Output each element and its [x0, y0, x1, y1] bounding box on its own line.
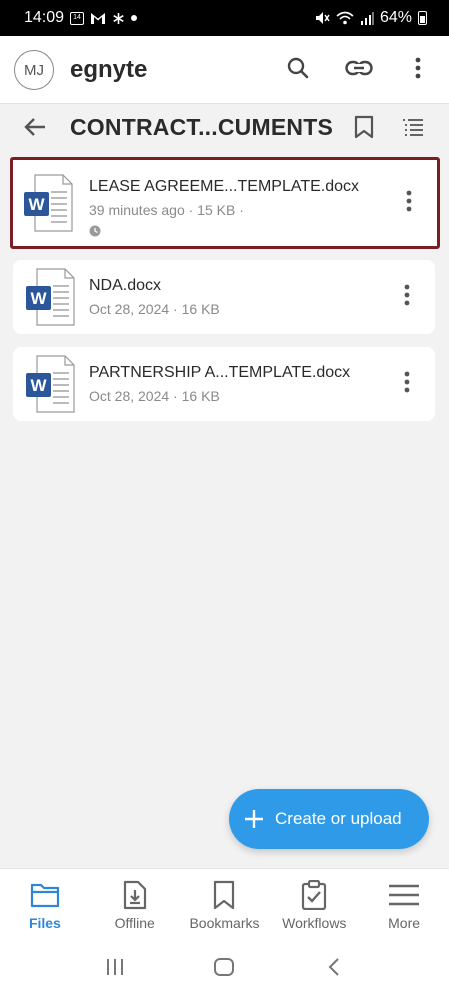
file-row-nda[interactable]: W NDA.docx Oct 28, 2024 · 16 KB	[13, 260, 435, 334]
bottom-nav: Files Offline Bookmarks Workflows More	[0, 868, 449, 940]
create-or-upload-label: Create or upload	[275, 809, 402, 828]
nav-label: Workflows	[282, 915, 347, 931]
file-more-button[interactable]	[397, 282, 417, 312]
avatar[interactable]: MJ	[14, 50, 54, 90]
system-nav-bar	[0, 940, 449, 999]
more-vert-icon	[415, 57, 421, 84]
create-or-upload-button[interactable]: Create or upload	[229, 789, 429, 849]
search-button[interactable]	[280, 52, 316, 88]
bookmark-icon	[354, 115, 374, 144]
back-button[interactable]	[18, 112, 52, 146]
signal-icon	[360, 11, 374, 25]
mute-icon	[315, 11, 330, 25]
folder-title: CONTRACT...CUMENTS	[70, 114, 333, 140]
word-doc-icon: W	[25, 268, 75, 326]
file-name: NDA.docx	[89, 277, 162, 294]
file-more-button[interactable]	[397, 369, 417, 399]
nav-workflows[interactable]: Workflows	[269, 869, 359, 940]
nav-bookmarks[interactable]: Bookmarks	[180, 869, 270, 940]
word-doc-icon: W	[23, 174, 73, 232]
nav-offline[interactable]: Offline	[90, 869, 180, 940]
battery-icon	[418, 11, 427, 25]
sort-list-icon	[402, 118, 424, 141]
hamburger-icon	[388, 879, 420, 911]
offline-file-icon	[119, 879, 151, 911]
app-brand: egnyte	[70, 56, 148, 83]
bookmark-icon	[208, 879, 240, 911]
nav-label: Files	[28, 915, 61, 931]
file-name: PARTNERSHIP A...TEMPLATE.docx	[89, 364, 351, 381]
back-arrow-icon	[23, 116, 47, 143]
clipboard-check-icon	[298, 879, 330, 911]
more-vert-icon	[404, 371, 410, 398]
asterisk-notification-icon	[112, 12, 125, 25]
dot-notification-icon	[131, 15, 138, 21]
sort-button[interactable]	[398, 114, 428, 144]
wifi-icon	[336, 11, 354, 25]
status-bar: 14:09 14 64%	[0, 0, 449, 36]
status-time: 14:09	[24, 9, 65, 26]
file-row-lease-agreement[interactable]: W LEASE AGREEME...TEMPLATE.docx 39 minut…	[10, 157, 440, 249]
nav-label: Bookmarks	[189, 915, 260, 931]
app-header: MJ egnyte	[0, 36, 449, 104]
recent-apps-icon	[105, 958, 125, 981]
nav-files[interactable]: Files	[0, 869, 90, 940]
search-icon	[286, 56, 310, 85]
svg-text:W: W	[30, 289, 47, 308]
file-meta: Oct 28, 2024 · 16 KB	[89, 388, 220, 404]
nav-label: More	[388, 915, 421, 931]
folder-icon	[29, 879, 61, 911]
link-icon	[345, 60, 373, 81]
gmail-notification-icon	[90, 12, 106, 25]
more-vert-icon	[406, 190, 412, 217]
more-vert-icon	[404, 284, 410, 311]
svg-text:W: W	[28, 195, 45, 214]
overflow-menu-button[interactable]	[400, 52, 436, 88]
bookmark-folder-button[interactable]	[350, 114, 378, 144]
calendar-notification-icon: 14	[70, 11, 85, 25]
chevron-left-icon	[327, 957, 341, 982]
clock-icon	[89, 224, 101, 237]
word-doc-icon: W	[25, 355, 75, 413]
svg-text:W: W	[30, 376, 47, 395]
system-back-button[interactable]	[314, 950, 354, 990]
battery-percent: 64%	[379, 9, 412, 26]
nav-more[interactable]: More	[359, 869, 449, 940]
nav-label: Offline	[114, 915, 155, 931]
file-more-button[interactable]	[399, 188, 419, 218]
file-name: LEASE AGREEME...TEMPLATE.docx	[89, 178, 360, 195]
file-meta: Oct 28, 2024 · 16 KB	[89, 301, 220, 317]
file-meta: 39 minutes ago · 15 KB ·	[89, 202, 244, 218]
share-link-button[interactable]	[341, 52, 377, 88]
plus-icon	[243, 808, 265, 830]
home-icon	[213, 957, 235, 982]
folder-toolbar: CONTRACT...CUMENTS	[0, 104, 449, 152]
file-row-partnership[interactable]: W PARTNERSHIP A...TEMPLATE.docx Oct 28, …	[13, 347, 435, 421]
home-button[interactable]	[204, 950, 244, 990]
recent-apps-button[interactable]	[95, 950, 135, 990]
